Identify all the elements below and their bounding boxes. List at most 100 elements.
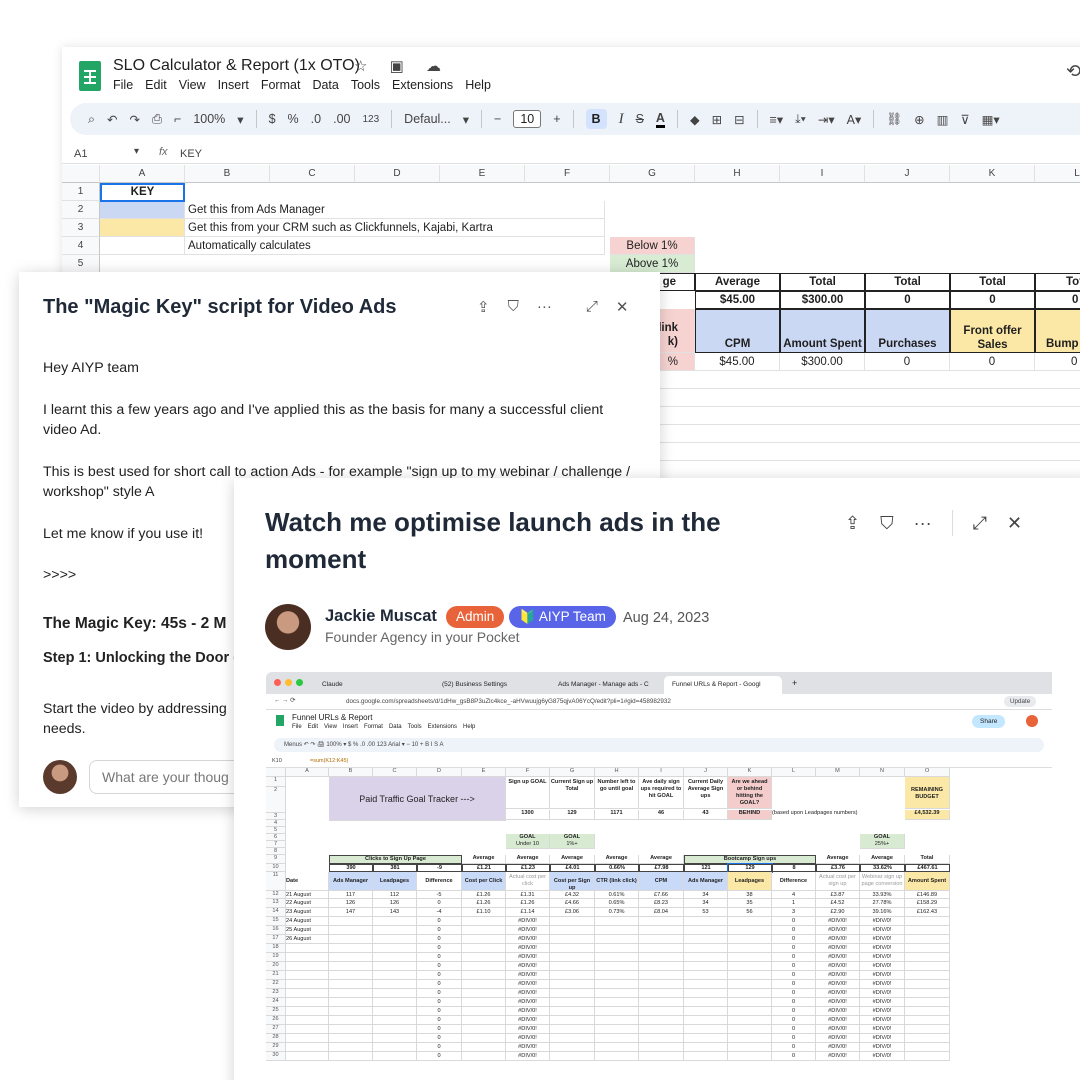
data-cell[interactable]: 0 (417, 935, 462, 944)
goal-box-value[interactable]: 1%+ (550, 841, 595, 849)
data-cell[interactable] (905, 1016, 950, 1025)
chevron-down-icon[interactable]: ▾ (134, 146, 139, 157)
row-header[interactable]: 23 (266, 989, 286, 998)
cell-b4[interactable]: Automatically calculates (185, 237, 605, 255)
data-cell[interactable] (905, 1025, 950, 1034)
data-cell[interactable] (905, 1034, 950, 1043)
share-icon[interactable]: ⇪ (477, 298, 490, 316)
print-icon[interactable]: ⎙ (152, 112, 162, 127)
data-cell[interactable]: £3.87 (816, 891, 860, 899)
data-cell[interactable]: 56 (728, 908, 772, 917)
column-header[interactable]: L (772, 768, 816, 777)
column-header[interactable]: J (684, 768, 728, 777)
data-cell[interactable] (595, 962, 639, 971)
nav-arrows-icon[interactable]: ← → ⟳ (274, 697, 295, 704)
data-cell[interactable] (329, 989, 373, 998)
average-label[interactable]: Average (816, 855, 860, 864)
column-title[interactable]: Ads Manager (684, 872, 728, 891)
decrease-decimal-button[interactable]: .0 (311, 112, 321, 126)
data-cell[interactable] (728, 935, 772, 944)
bold-button[interactable]: B (585, 109, 607, 129)
close-icon[interactable]: ✕ (616, 298, 629, 316)
row-header-3[interactable]: 3 (62, 219, 100, 237)
close-window-icon[interactable] (274, 679, 281, 686)
wrap-icon[interactable]: ⇥▾ (818, 112, 835, 127)
data-cell[interactable] (373, 962, 417, 971)
data-cell[interactable]: £4.66 (550, 899, 595, 908)
more-icon[interactable]: ··· (914, 513, 932, 534)
inner-doc-title[interactable]: Funnel URLs & Report (292, 713, 372, 722)
data-cell[interactable]: 0 (772, 1007, 816, 1016)
budget-label[interactable]: REMAINING BUDGET (905, 777, 950, 809)
data-cell[interactable] (373, 989, 417, 998)
data-cell[interactable]: #DIV/0! (860, 962, 905, 971)
data-cell[interactable] (684, 971, 728, 980)
row-header[interactable]: 14 (266, 908, 286, 917)
data-cell[interactable] (684, 1007, 728, 1016)
row-header[interactable]: 29 (266, 1043, 286, 1052)
data-cell[interactable]: £8.23 (639, 899, 684, 908)
cell-h6[interactable]: Average (695, 273, 780, 291)
column-title[interactable]: Leadpages (728, 872, 772, 891)
data-cell[interactable]: #DIV/0! (860, 1007, 905, 1016)
goal-value[interactable]: 1171 (595, 810, 639, 820)
bookmark-icon[interactable]: ⛉ (880, 513, 894, 534)
data-cell[interactable]: #DIV/0! (860, 1052, 905, 1061)
data-cell[interactable] (550, 980, 595, 989)
expand-icon[interactable]: ⤢ (586, 298, 598, 316)
update-button[interactable]: Update (1004, 696, 1037, 707)
average-value[interactable]: 121 (684, 864, 728, 872)
data-cell[interactable]: 0 (417, 1052, 462, 1061)
data-cell[interactable]: #DIV/0! (506, 980, 550, 989)
data-cell[interactable]: #DIV/0! (506, 962, 550, 971)
average-value[interactable]: £1.21 (462, 864, 506, 872)
cell-l7[interactable]: 0 (1035, 291, 1080, 309)
data-cell[interactable] (550, 1025, 595, 1034)
data-cell[interactable] (329, 980, 373, 989)
chevron-down-icon[interactable]: ▾ (463, 112, 469, 127)
data-cell[interactable] (373, 980, 417, 989)
data-cell[interactable]: #DIV/0! (860, 935, 905, 944)
cell-a1[interactable]: KEY (100, 183, 185, 202)
data-cell[interactable] (905, 971, 950, 980)
undo-icon[interactable]: ↶ (107, 112, 117, 127)
valign-icon[interactable]: ⤓▾ (795, 112, 806, 127)
data-cell[interactable]: 4 (772, 891, 816, 899)
column-header[interactable]: D (417, 768, 462, 777)
data-cell[interactable]: #DIV/0! (860, 971, 905, 980)
inner-toolbar[interactable]: Menus ↶ ↷ 🖨 100% ▾ $ % .0 .00 123 Arial … (274, 738, 1044, 752)
data-cell[interactable]: £8.04 (639, 908, 684, 917)
menu-item[interactable]: Edit (308, 724, 318, 730)
row-header[interactable]: 21 (266, 971, 286, 980)
data-cell[interactable] (462, 1025, 506, 1034)
data-cell[interactable] (639, 1025, 684, 1034)
avatar[interactable] (43, 760, 77, 794)
data-cell[interactable]: 0 (417, 953, 462, 962)
data-cell[interactable]: £146.89 (905, 891, 950, 899)
column-header-i[interactable]: I (780, 165, 865, 183)
data-cell[interactable]: 0 (772, 1016, 816, 1025)
data-cell[interactable]: #DIV/0! (506, 1007, 550, 1016)
column-header[interactable]: O (905, 768, 950, 777)
menu-item[interactable]: Data (389, 724, 402, 730)
average-label[interactable]: Average (550, 855, 595, 864)
data-cell[interactable] (684, 962, 728, 971)
data-cell[interactable] (329, 1025, 373, 1034)
data-cell[interactable] (550, 989, 595, 998)
average-value[interactable]: £3.76 (816, 864, 860, 872)
data-cell[interactable]: 53 (684, 908, 728, 917)
row-header[interactable]: 10 (266, 864, 286, 872)
data-cell[interactable]: 0 (772, 998, 816, 1007)
goal-header[interactable]: Are we ahead or behind hitting the GOAL? (728, 777, 772, 809)
data-cell[interactable] (905, 935, 950, 944)
menu-item[interactable]: Insert (343, 724, 358, 730)
data-cell[interactable] (905, 917, 950, 926)
browser-tab[interactable]: (52) Business Settings (434, 676, 544, 694)
data-cell[interactable]: #DIV/0! (506, 926, 550, 935)
data-cell[interactable] (595, 998, 639, 1007)
average-value[interactable]: 381 (373, 864, 417, 872)
data-cell[interactable] (639, 1007, 684, 1016)
data-cell[interactable] (373, 998, 417, 1007)
row-header[interactable]: 22 (266, 980, 286, 989)
data-cell[interactable] (329, 944, 373, 953)
